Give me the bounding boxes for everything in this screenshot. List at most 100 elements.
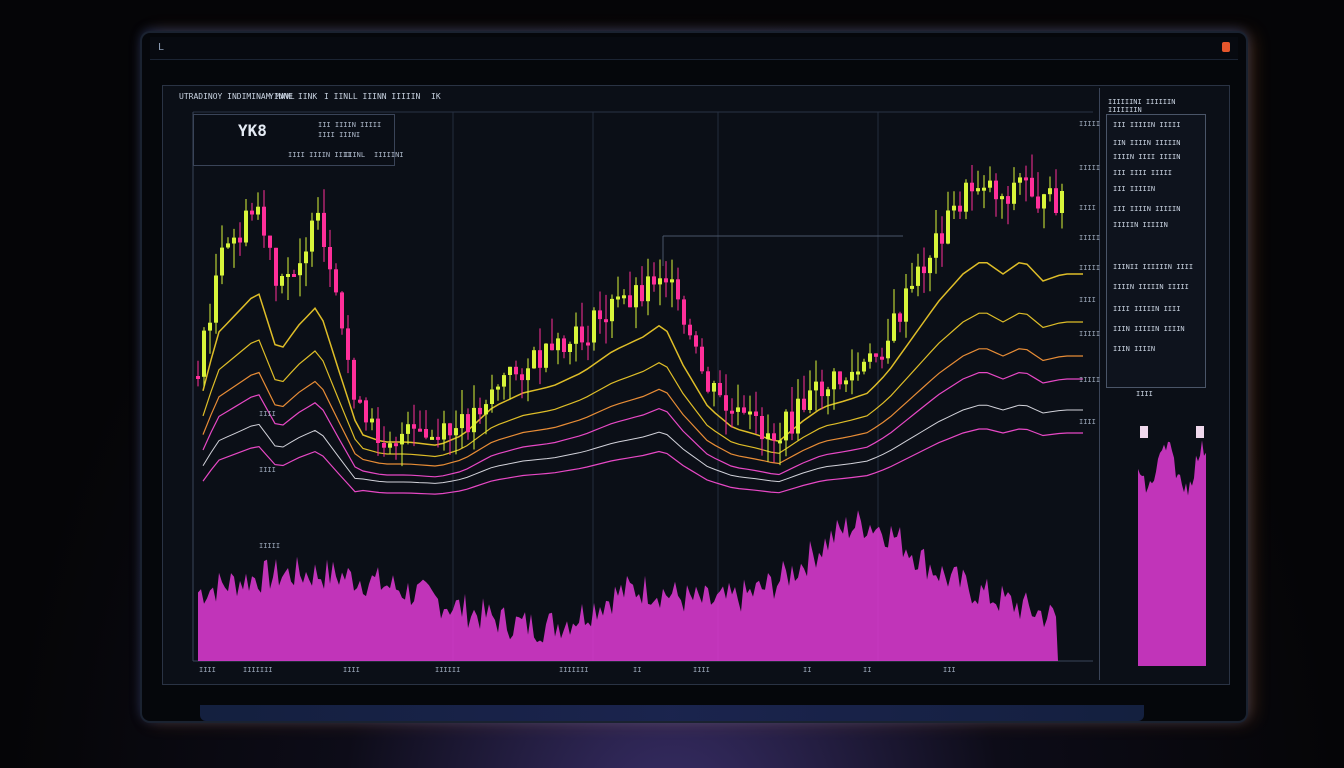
candle-body bbox=[760, 416, 764, 440]
x-axis-label: IIIIIII bbox=[559, 666, 589, 674]
candle-body bbox=[316, 212, 320, 221]
candle-body bbox=[1000, 196, 1004, 200]
candle-body bbox=[1018, 177, 1022, 183]
candle-body bbox=[1036, 196, 1040, 209]
trading-screen: UTRADINOY INDIMINAM MAVL YINNE IINK I II… bbox=[162, 85, 1230, 685]
candle-body bbox=[532, 350, 536, 369]
candle-body bbox=[322, 212, 326, 247]
candle-body bbox=[262, 206, 266, 236]
candle-body bbox=[754, 411, 758, 416]
candle-body bbox=[604, 319, 608, 323]
candle-body bbox=[628, 295, 632, 308]
candle-body bbox=[424, 429, 428, 438]
candle-body bbox=[616, 296, 620, 300]
candle-body bbox=[868, 353, 872, 362]
legend-row: IIII IIIIN IIII bbox=[288, 151, 352, 159]
candle-body bbox=[214, 275, 218, 323]
candle-body bbox=[208, 322, 212, 331]
y-axis-label: IIIII bbox=[1079, 120, 1101, 128]
y-axis-label: IIIII bbox=[1079, 164, 1101, 172]
candle-body bbox=[562, 338, 566, 352]
candle-body bbox=[736, 407, 740, 412]
candle-body bbox=[952, 205, 956, 211]
histogram-area bbox=[1138, 440, 1206, 666]
candle-body bbox=[934, 233, 938, 258]
candle-body bbox=[484, 404, 488, 415]
candle-body bbox=[376, 418, 380, 443]
symbol-label: YK8 bbox=[238, 121, 267, 140]
candle-body bbox=[844, 380, 848, 385]
candle-body bbox=[538, 350, 542, 368]
x-axis-label: II bbox=[863, 666, 872, 674]
candle-body bbox=[646, 276, 650, 302]
candle-body bbox=[346, 328, 350, 360]
candle-body bbox=[328, 247, 332, 270]
candle-body bbox=[634, 285, 638, 308]
candle-body bbox=[832, 371, 836, 390]
candle-body bbox=[286, 274, 290, 277]
candle-body bbox=[976, 188, 980, 192]
y-axis-label: IIIII bbox=[1079, 234, 1101, 242]
candle-body bbox=[1012, 182, 1016, 204]
moving-average-line bbox=[202, 312, 1083, 458]
candle-body bbox=[250, 210, 254, 215]
symbol-legend: YK8 III IIIIN IIIII IIII IIINI IIII IIII… bbox=[193, 114, 404, 166]
info-row: IIIIN IIIIIN IIIII bbox=[1113, 283, 1189, 291]
x-axis-label: II bbox=[803, 666, 812, 674]
candle-body bbox=[652, 276, 656, 285]
order-info-box[interactable]: III IIIIIN IIIII IIN IIIIN IIIIIN IIIIN … bbox=[1106, 114, 1206, 388]
info-row: III IIIIIN IIIII bbox=[1113, 121, 1181, 129]
candle-body bbox=[706, 371, 710, 392]
histogram-marker bbox=[1140, 426, 1148, 438]
candle-body bbox=[664, 278, 668, 283]
x-axis-label: IIII bbox=[343, 666, 360, 674]
candle-body bbox=[310, 220, 314, 252]
candle-body bbox=[466, 414, 470, 433]
candle-body bbox=[472, 407, 476, 433]
candle-body bbox=[880, 356, 884, 360]
power-indicator-icon bbox=[1222, 42, 1230, 52]
y-axis-label: IIIII bbox=[1079, 330, 1101, 338]
candle-body bbox=[982, 187, 986, 191]
candle-body bbox=[778, 440, 782, 444]
candle-body bbox=[460, 414, 464, 429]
info-row: IIIN IIIIN bbox=[1113, 345, 1156, 353]
candle-body bbox=[928, 257, 932, 274]
candle-body bbox=[874, 353, 878, 357]
candle-body bbox=[592, 310, 596, 343]
candle-body bbox=[1054, 188, 1058, 213]
info-row: IIIIIN IIIIIN bbox=[1113, 221, 1168, 229]
x-axis-label: IIIIII bbox=[435, 666, 461, 674]
candle-body bbox=[580, 326, 584, 343]
info-row: III IIIIIN bbox=[1113, 185, 1156, 193]
candle-body bbox=[1060, 191, 1064, 213]
candle-body bbox=[238, 237, 242, 243]
candle-body bbox=[196, 376, 200, 379]
candle-body bbox=[412, 424, 416, 429]
y-axis-label: IIIII bbox=[1079, 376, 1101, 384]
volume-area bbox=[198, 510, 1058, 661]
candle-body bbox=[598, 310, 602, 320]
y-axis-label-left: IIII bbox=[259, 466, 276, 474]
legend-row: IIIIINI bbox=[374, 151, 404, 159]
candle-body bbox=[970, 182, 974, 192]
x-axis-label: IIII bbox=[199, 666, 216, 674]
candle-body bbox=[796, 398, 800, 434]
info-row: IIII IIIIIN IIII bbox=[1113, 305, 1181, 313]
candle-body bbox=[586, 342, 590, 346]
candle-body bbox=[658, 278, 662, 285]
candle-body bbox=[448, 423, 452, 436]
candle-body bbox=[958, 205, 962, 212]
legend-row: III IIIIN IIIII bbox=[318, 121, 382, 129]
candle-body bbox=[382, 443, 386, 448]
candle-body bbox=[352, 359, 356, 400]
bezel-logo: L bbox=[158, 42, 165, 53]
candle-body bbox=[406, 424, 410, 434]
moving-average-line bbox=[202, 348, 1083, 467]
candle-body bbox=[574, 326, 578, 344]
candle-body bbox=[436, 436, 440, 440]
candle-body bbox=[544, 343, 548, 368]
candle-body bbox=[940, 233, 944, 244]
candle-body bbox=[790, 411, 794, 434]
price-chart[interactable] bbox=[163, 86, 1229, 684]
